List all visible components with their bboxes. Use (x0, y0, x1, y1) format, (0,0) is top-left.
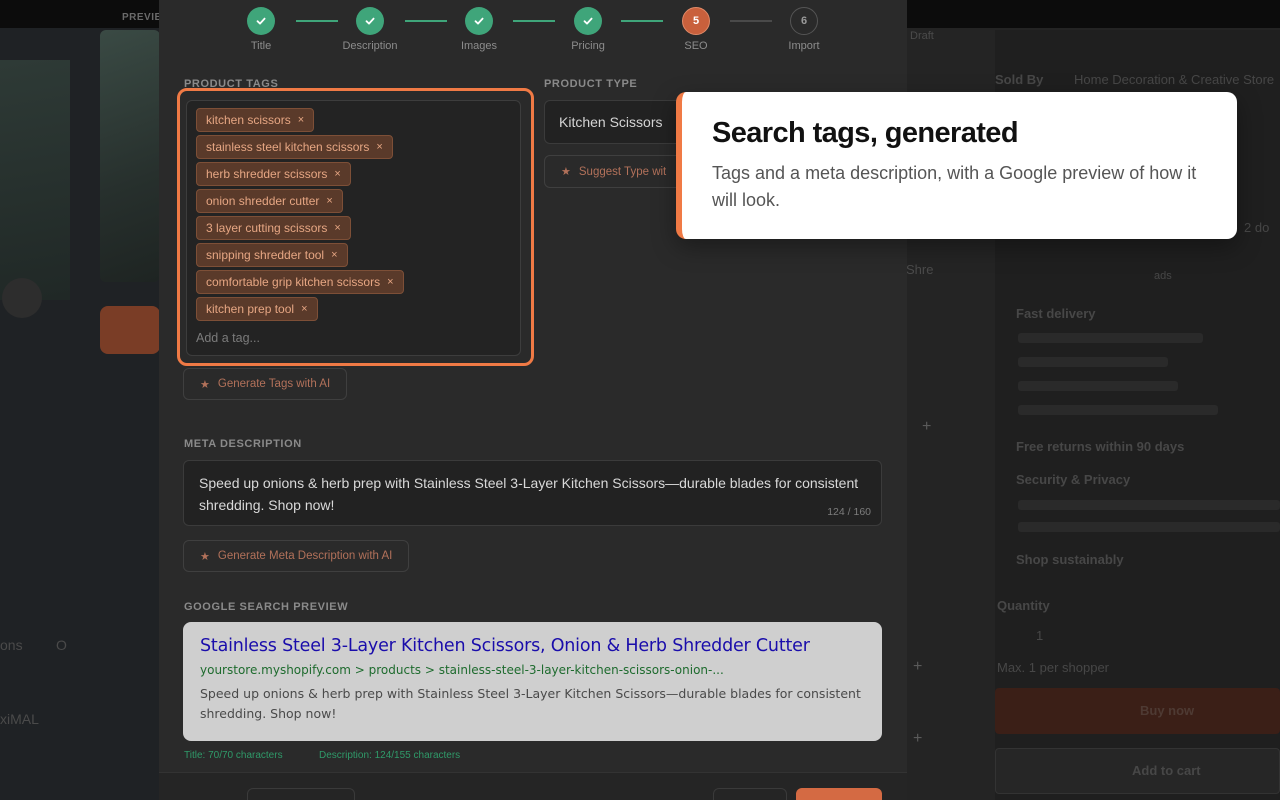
meta-description-text: Speed up onions & herb prep with Stainle… (199, 475, 859, 513)
step-label: Title (250, 40, 272, 52)
meta-character-count: 124 / 160 (827, 506, 871, 518)
meta-description-label: META DESCRIPTION (184, 438, 302, 450)
google-preview-label: GOOGLE SEARCH PREVIEW (184, 601, 349, 613)
background-quantity-value: 1 (1036, 628, 1044, 643)
sparkle-star-icon: ★ (561, 166, 571, 178)
check-icon (247, 7, 275, 35)
step-label: Description (342, 40, 398, 52)
background-line (1018, 381, 1178, 391)
background-sold-by: Sold By (995, 72, 1044, 87)
background-plus-icon: + (913, 658, 923, 675)
step-import[interactable]: 6 Import (764, 7, 844, 52)
google-preview-description: Speed up onions & herb prep with Stainle… (200, 686, 861, 721)
background-add-to-cart-label: Add to cart (1132, 763, 1201, 778)
background-snippet: O (56, 637, 67, 653)
google-preview-title: Stainless Steel 3-Layer Kitchen Scissors… (200, 636, 810, 656)
background-button (100, 306, 160, 354)
google-search-preview: Stainless Steel 3-Layer Kitchen Scissors… (183, 622, 882, 741)
background-thumbnail (0, 60, 70, 300)
background-ads: ads (1154, 270, 1172, 282)
background-plus-icon: + (913, 730, 923, 747)
step-pricing[interactable]: Pricing (548, 7, 628, 52)
background-plus-icon: + (922, 418, 932, 435)
background-line (1018, 357, 1168, 367)
step-label: Import (788, 40, 820, 52)
background-side-count: 2 do (1244, 220, 1270, 235)
background-free-returns: Free returns within 90 days (1016, 439, 1185, 454)
generate-tags-label: Generate Tags with AI (217, 378, 331, 390)
title-character-count: Title: 70/70 characters (184, 750, 283, 761)
tutorial-callout: Search tags, generated Tags and a meta d… (676, 92, 1237, 239)
background-buy-now-button (995, 688, 1280, 734)
step-number: 5 (682, 7, 710, 35)
background-max-per-customer: Max. 1 per shopper (997, 660, 1110, 675)
sparkle-star-icon: ★ (200, 550, 210, 563)
background-sold-by-value: Home Decoration & Creative Store (1074, 72, 1275, 87)
background-fast-delivery: Fast delivery (1016, 306, 1096, 321)
suggest-type-label: Suggest Type wit (578, 165, 667, 178)
background-snippet: ons (0, 637, 23, 653)
meta-description-textarea[interactable]: Speed up onions & herb prep with Stainle… (183, 460, 882, 526)
wizard-stepper: Title Description Images Pricing 5 SEO 6 (159, 0, 907, 64)
background-snippet: xiMAL (0, 711, 39, 727)
step-seo[interactable]: 5 SEO (656, 7, 736, 52)
background-buy-now-label: Buy now (1140, 703, 1195, 718)
highlight-frame (177, 88, 534, 366)
background-shop-sustainably: Shop sustainably (1016, 552, 1124, 567)
background-line (1018, 522, 1280, 532)
step-description[interactable]: Description (330, 7, 410, 52)
sparkle-star-icon: ★ (200, 378, 210, 391)
generate-meta-button[interactable]: ★ Generate Meta Description with AI (183, 540, 410, 572)
background-line (1018, 500, 1280, 510)
google-preview-url: yourstore.myshopify.com > products > sta… (200, 663, 724, 677)
check-icon (574, 7, 602, 35)
background-security: Security & Privacy (1016, 472, 1131, 487)
background-draft-label: Draft (910, 30, 934, 42)
step-label: SEO (684, 40, 708, 52)
background-quantity: Quantity (997, 598, 1050, 613)
suggest-type-button[interactable]: ★ Suggest Type wit (544, 155, 684, 188)
background-snippet: Shre (906, 262, 934, 277)
generate-tags-button[interactable]: ★ Generate Tags with AI (183, 368, 348, 400)
background-line (1018, 333, 1203, 343)
background-product-image (100, 30, 160, 282)
step-label: Images (460, 40, 498, 52)
check-icon (465, 7, 493, 35)
callout-title: Search tags, generated (712, 117, 1019, 149)
background-line (1018, 405, 1218, 415)
callout-body: Tags and a meta description, with a Goog… (712, 163, 1197, 210)
next-button[interactable] (796, 788, 882, 800)
step-images[interactable]: Images (439, 7, 519, 52)
back-button[interactable] (713, 788, 787, 800)
generate-meta-label: Generate Meta Description with AI (217, 550, 393, 562)
check-icon (356, 7, 384, 35)
footer-secondary-button[interactable] (247, 788, 355, 800)
product-type-label: PRODUCT TYPE (544, 78, 638, 90)
description-character-count: Description: 124/155 characters (319, 750, 461, 761)
step-label: Pricing (571, 40, 605, 52)
step-title[interactable]: Title (221, 7, 301, 52)
step-number: 6 (790, 7, 818, 35)
background-play-icon (2, 278, 42, 318)
